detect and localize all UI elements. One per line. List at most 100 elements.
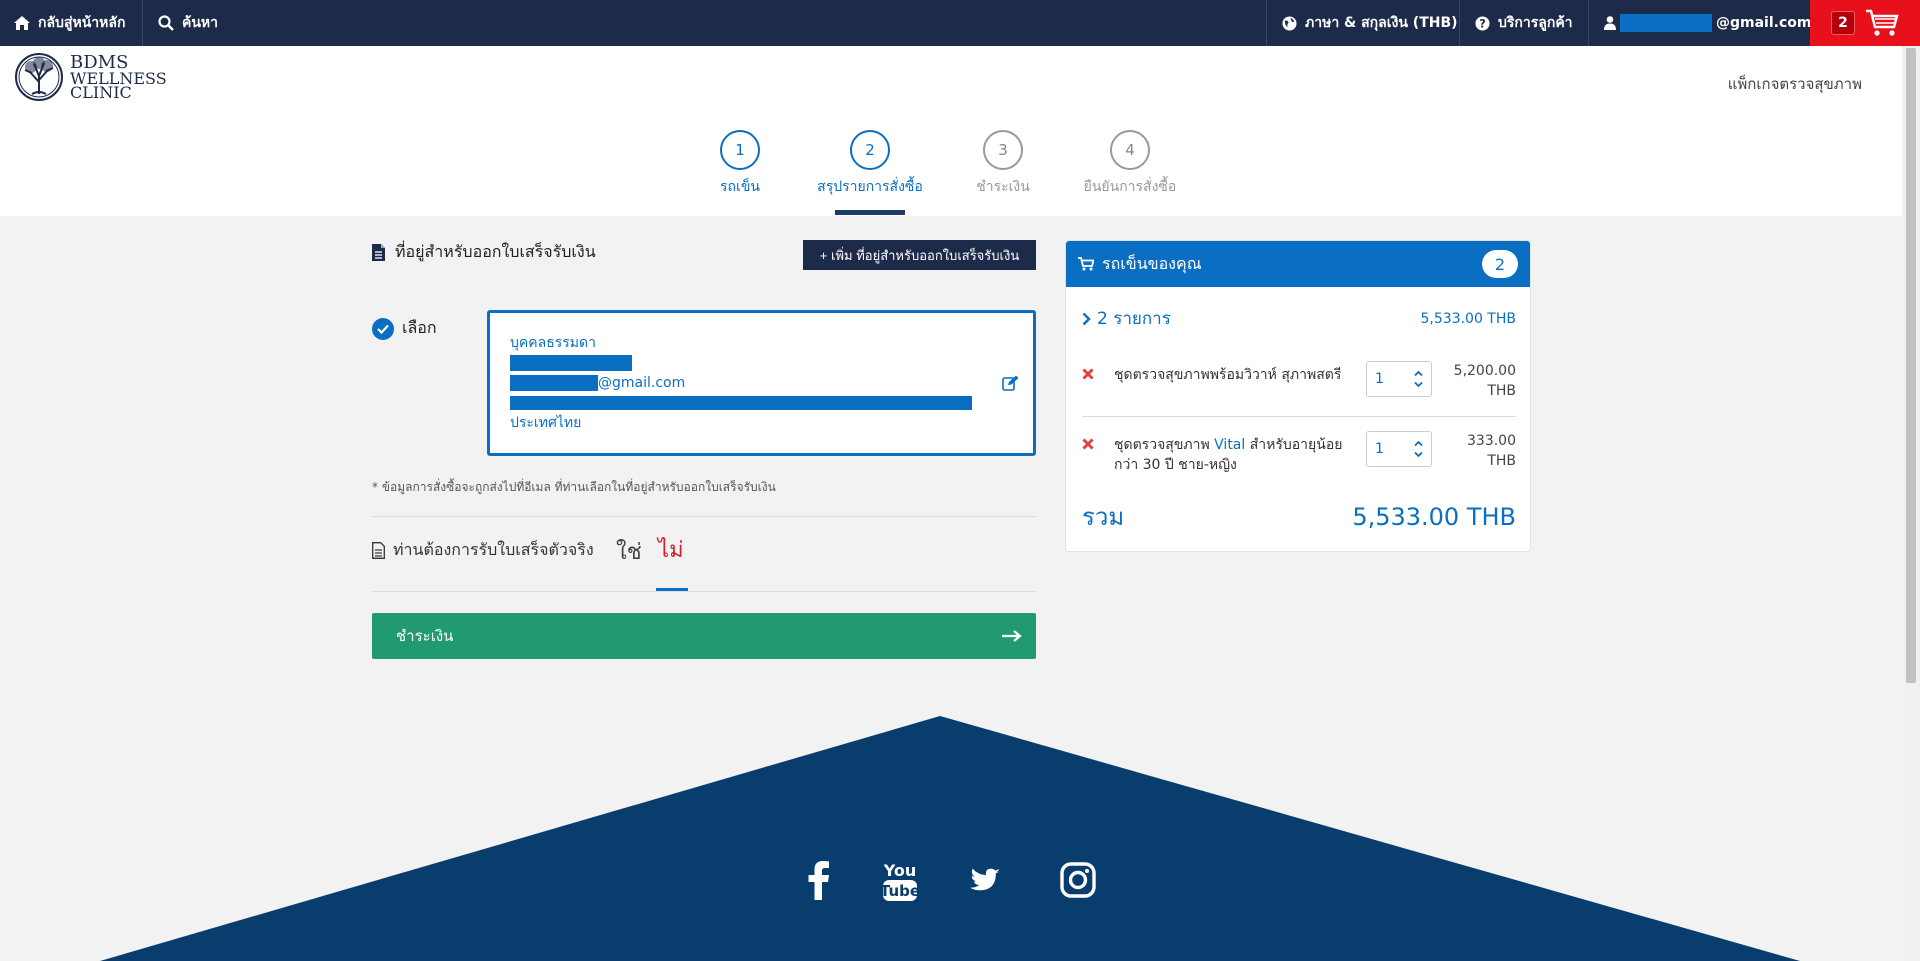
nav-divider [1588, 0, 1589, 46]
home-link[interactable]: กลับสู่หน้าหลัก [14, 0, 125, 46]
remove-icon [1082, 438, 1094, 450]
invoice-question-text: ท่านต้องการรับใบเสร็จตัวจริง [393, 540, 594, 559]
cart-total-row: รวม 5,533.00 THB [1082, 497, 1516, 536]
twitter-icon[interactable] [970, 864, 1008, 896]
svg-text:Tube: Tube [882, 882, 918, 900]
redacted-name [510, 355, 632, 371]
tree-logo-icon [15, 53, 63, 101]
cart-item-count: 2 [1482, 250, 1518, 278]
address-email-row: @gmail.com [510, 373, 1013, 393]
edit-icon[interactable] [1002, 375, 1019, 391]
brand-name: BDMS WELLNESS CLINIC [70, 54, 167, 102]
invoice-question: ท่านต้องการรับใบเสร็จตัวจริง [372, 538, 594, 563]
document-icon [372, 244, 385, 261]
home-label: กลับสู่หน้าหลัก [38, 15, 126, 31]
quantity-stepper[interactable]: 1 [1366, 361, 1432, 397]
language-currency-link[interactable]: ภาษา & สกุลเงิน (THB) [1282, 0, 1458, 46]
quantity-value: 1 [1375, 441, 1384, 457]
active-step-indicator [835, 210, 905, 215]
language-currency-label: ภาษา & สกุลเงิน (THB) [1305, 15, 1458, 31]
question-icon: ? [1475, 15, 1490, 30]
facebook-icon[interactable] [808, 860, 830, 900]
redacted-email [510, 375, 598, 391]
quantity-arrows [1414, 371, 1423, 387]
page-header: BDMS WELLNESS CLINIC แพ็กเกจตรวจสุขภาพ 1… [0, 46, 1902, 216]
invoice-option-no[interactable]: ไม่ [658, 532, 684, 567]
search-link[interactable]: ค้นหา [158, 0, 218, 46]
redacted-email [1620, 14, 1712, 32]
step-number: 1 [720, 130, 760, 170]
billing-title-text: ที่อยู่สำหรับออกใบเสร็จรับเงิน [395, 242, 596, 261]
cart-count-badge: 2 [1831, 11, 1855, 35]
billing-address-card[interactable]: บุคคลธรรมดา @gmail.com ประเทศไทย [487, 310, 1036, 456]
section-divider [372, 591, 1036, 592]
add-billing-address-button[interactable]: + เพิ่ม ที่อยู่สำหรับออกใบเสร็จรับเงิน [803, 240, 1036, 270]
cart-item-price: 5,200.00 THB [1453, 363, 1516, 399]
cart-summary-amount: 5,533.00 THB [1420, 310, 1516, 327]
step-number: 2 [850, 130, 890, 170]
svg-text:You: You [883, 861, 917, 880]
remove-item-button[interactable] [1082, 361, 1114, 384]
pay-button[interactable]: ชำระเงิน [372, 613, 1036, 659]
cart-summary-label: 2 รายการ [1082, 305, 1171, 332]
customer-service-label: บริการลูกค้า [1498, 15, 1573, 31]
cart-summary-row[interactable]: 2 รายการ 5,533.00 THB [1082, 305, 1516, 332]
billing-note: * ข้อมูลการสั่งซื้อจะถูกส่งไปที่อีเมล ที… [372, 480, 776, 494]
cart-panel: รถเข็นของคุณ 2 2 รายการ 5,533.00 THB ชุด… [1065, 240, 1531, 552]
quantity-arrows [1414, 441, 1423, 457]
item-name-highlight: Vital [1214, 437, 1246, 453]
page-scrollbar[interactable] [1902, 46, 1920, 961]
cart-divider [1082, 416, 1516, 417]
nav-divider [1459, 0, 1460, 46]
item-name-prefix: ชุดตรวจสุขภาพ [1114, 437, 1215, 453]
customer-service-link[interactable]: ? บริการลูกค้า [1475, 0, 1573, 46]
cart-summary-text: 2 รายการ [1097, 309, 1171, 329]
address-email-suffix: @gmail.com [598, 375, 686, 391]
arrow-right-icon [1002, 630, 1022, 642]
step-confirmation: 4 ยืนยันการสั่งซื้อ [1050, 130, 1210, 198]
chevron-right-icon [1082, 312, 1091, 325]
document-icon [372, 542, 385, 559]
address-country: ประเทศไทย [510, 415, 582, 431]
cart-total-amount: 5,533.00 THB [1352, 502, 1516, 531]
section-divider [372, 516, 1036, 517]
logo-line-3: CLINIC [70, 83, 132, 102]
checkout-steps: 1 รถเข็น 2 สรุปรายการสั่งซื้อ 3 ชำระเงิน… [0, 130, 1902, 216]
check-icon [372, 317, 394, 340]
step-number: 3 [983, 130, 1023, 170]
youtube-icon[interactable]: You Tube [882, 860, 918, 902]
brand-logo[interactable]: BDMS WELLNESS CLINIC [14, 52, 167, 102]
scrollbar-thumb[interactable] [1906, 48, 1916, 683]
address-detail-row [510, 393, 1013, 413]
cart-item: ชุดตรวจสุขภาพ Vital สำหรับอายุน้อยกว่า 3… [1082, 431, 1516, 475]
footer-background [100, 716, 1800, 961]
address-type: บุคคลธรรมดา [510, 335, 596, 351]
svg-text:?: ? [1479, 17, 1486, 30]
chevron-down-icon[interactable] [1414, 452, 1423, 457]
chevron-up-icon[interactable] [1414, 441, 1423, 446]
cart-icon [1078, 257, 1094, 271]
remove-item-button[interactable] [1082, 431, 1114, 454]
quantity-stepper[interactable]: 1 [1366, 431, 1432, 467]
instagram-icon[interactable] [1060, 862, 1096, 898]
globe-icon [1282, 15, 1297, 31]
invoice-option-yes[interactable]: ใช่ [616, 534, 642, 569]
address-select[interactable]: เลือก [372, 316, 437, 341]
cart-item: ชุดตรวจสุขภาพพร้อมวิวาห์ สุภาพสตรี 1 5,2… [1082, 361, 1516, 401]
nav-divider [1266, 0, 1267, 46]
chevron-up-icon[interactable] [1414, 371, 1423, 376]
remove-icon [1082, 368, 1094, 380]
select-label: เลือก [402, 318, 437, 337]
cart-button[interactable]: 2 [1810, 0, 1920, 46]
user-icon [1604, 16, 1616, 30]
quantity-value: 1 [1375, 371, 1384, 387]
top-nav: กลับสู่หน้าหลัก ค้นหา ภาษา & สกุลเงิน (T… [0, 0, 1920, 46]
step-number: 4 [1110, 130, 1150, 170]
search-label: ค้นหา [182, 15, 219, 31]
account-link[interactable]: @gmail.com [1604, 0, 1811, 46]
chevron-down-icon[interactable] [1414, 382, 1423, 387]
redacted-address [510, 396, 972, 410]
cart-header: รถเข็นของคุณ 2 [1066, 241, 1530, 287]
social-links: You Tube [0, 860, 1902, 910]
packages-link[interactable]: แพ็กเกจตรวจสุขภาพ [1728, 72, 1862, 96]
